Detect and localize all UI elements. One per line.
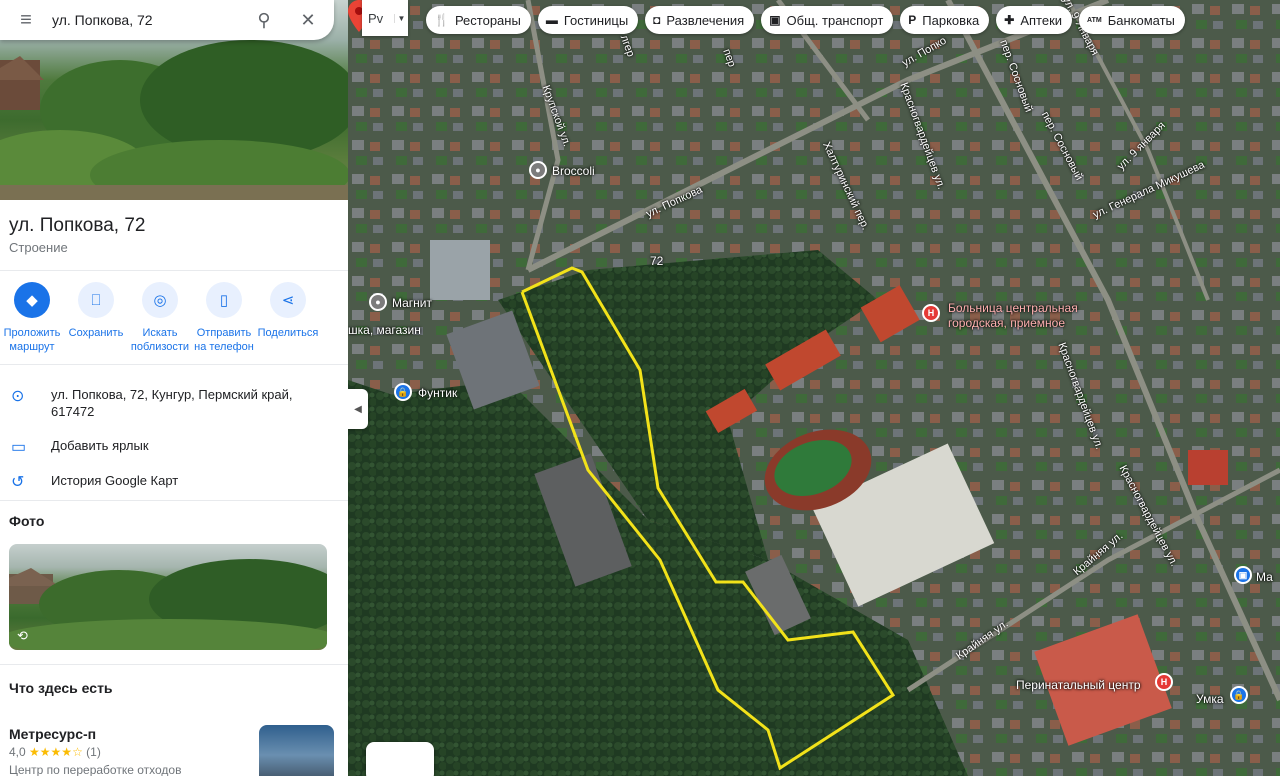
category-chips: 🍴 Рестораны ▬ Гостиницы ◘ Развлечения ▣ … [426,6,1185,34]
satellite-map[interactable]: ул. Попкова Крупской ул. Халтуринский пе… [348,0,1280,776]
poi-broccoli-label[interactable]: Broccoli [552,164,595,178]
poi-magnit-label[interactable]: Магнит [392,296,432,310]
poi-funtik-label[interactable]: Фунтик [418,386,457,400]
share-button[interactable]: ⋖ Поделиться [256,282,320,354]
history-text: История Google Карт [51,473,179,488]
poi-perinatal-label[interactable]: Перинатальный центр [1016,678,1141,692]
chip-parking[interactable]: P Парковка [900,6,990,34]
directions-button[interactable]: ◆ Проложить маршрут [0,282,64,354]
action-bar: ◆ Проложить маршрут ⎕ Сохранить ◎ Искать… [0,282,348,354]
photo-thumbnail[interactable]: ⟲ [9,544,327,650]
poi-umka-label[interactable]: Умка [1196,692,1224,706]
action-label: Отправить на телефон [194,327,254,353]
place-category: Строение [9,240,68,255]
photos-heading: Фото [9,513,45,529]
rating-count: (1) [86,745,101,759]
poi-perinatal-icon[interactable]: H [1155,673,1173,691]
divider [0,270,348,271]
business-thumbnail[interactable] [259,725,334,776]
location-pin-label: 72 [650,254,664,268]
poi-hospital-label-1[interactable]: Больница центральная [948,301,1078,315]
action-label: Поделиться [257,327,319,339]
poi-hospital-label-2[interactable]: городская, приемное [948,316,1065,330]
chip-transit[interactable]: ▣ Общ. транспорт [761,6,894,34]
business-type: Центр по переработке отходов [9,763,182,776]
divider [0,500,348,501]
divider [0,364,348,365]
send-to-phone-button[interactable]: ▯ Отправить на телефон [192,282,256,354]
divider [0,664,348,665]
chip-label: Аптеки [1020,12,1063,28]
search-box: ≡ ⚲ ✕ [0,0,334,40]
poi-shop-label[interactable]: Ма [1256,570,1273,584]
label-tag-icon: ▭ [11,439,27,456]
collapse-panel-button[interactable]: ◀ [348,389,368,429]
chip-label: Гостиницы [563,12,629,28]
poi-broccoli-icon[interactable]: ● [529,161,547,179]
search-input[interactable] [52,12,242,28]
add-label-text: Добавить ярлык [51,438,149,453]
chip-label: Парковка [922,12,980,28]
poi-magnit-icon[interactable]: ● [369,293,387,311]
layer-selector-button[interactable]: Рv ▼ [362,0,408,36]
map-imagery [348,0,1280,776]
chip-hotels[interactable]: ▬ Гостиницы [537,6,639,34]
send-to-phone-icon: ▯ [206,282,242,318]
address-row[interactable]: ⊙ ул. Попкова, 72, Кунгур, Пермский край… [0,386,348,420]
parking-icon: P [908,13,917,27]
rating-value: 4,0 [9,745,26,759]
poi-funtik-icon[interactable]: 🔒 [394,383,412,401]
history-row[interactable]: ↺ История Google Карт [0,472,348,492]
poi-magnit-sub: шка, магазин [348,323,421,337]
business-rating: 4,0 ★★★★☆ (1) [9,745,101,759]
history-icon: ↺ [11,474,25,491]
add-label-row[interactable]: ▭ Добавить ярлык [0,437,348,457]
360-view-icon: ⟲ [17,628,28,643]
search-icon[interactable]: ⚲ [242,10,286,31]
save-button[interactable]: ⎕ Сохранить [64,282,128,354]
chip-label: Рестораны [454,12,521,28]
nearby-icon: ◎ [142,282,178,318]
share-icon: ⋖ [270,282,306,318]
chip-restaurants[interactable]: 🍴 Рестораны [426,6,531,34]
place-title: ул. Попкова, 72 [9,215,146,236]
chip-label: Банкоматы [1107,12,1175,28]
close-icon[interactable]: ✕ [286,10,330,31]
hotel-icon: ▬ [545,13,558,27]
poi-hospital-icon[interactable]: H [922,304,940,322]
restaurant-icon: 🍴 [434,13,449,27]
chip-entertainment[interactable]: ◘ Развлечения [645,6,755,34]
poi-umka-icon[interactable]: 🔒 [1230,686,1248,704]
location-pin-outline-icon: ⊙ [11,388,25,405]
bus-icon: ▣ [769,13,781,27]
camera-icon: ◘ [653,13,661,27]
chip-pharmacies[interactable]: ✚ Аптеки [996,6,1073,34]
business-name[interactable]: Метресурс-п [9,726,96,742]
action-label: Проложить маршрут [3,327,61,353]
poi-shop-icon[interactable]: ▣ [1234,566,1252,584]
address-text: ул. Попкова, 72, Кунгур, Пермский край, … [51,387,293,419]
chip-label: Развлечения [666,12,745,28]
nearby-button[interactable]: ◎ Искать поблизости [128,282,192,354]
menu-icon[interactable]: ≡ [0,9,52,32]
pharmacy-icon: ✚ [1004,13,1015,27]
chevron-left-icon: ◀ [354,403,362,415]
chip-label: Общ. транспорт [786,12,884,28]
bookmark-icon: ⎕ [78,282,114,318]
rating-stars-icon: ★★★★☆ [29,745,83,759]
photo-thumbnail-image [9,559,327,650]
action-label: Сохранить [68,327,124,339]
action-label: Искать поблизости [130,327,190,353]
place-panel: ≡ ⚲ ✕ ул. Попкова, 72 Строение ◆ Проложи… [0,0,348,776]
directions-icon: ◆ [14,282,50,318]
layers-minimap-button[interactable] [366,742,434,776]
chip-atms[interactable]: ATM Банкоматы [1079,6,1185,34]
whats-here-heading: Что здесь есть [9,680,113,696]
chevron-down-icon[interactable]: ▼ [394,13,408,23]
layer-selector-label: Рv [368,10,384,26]
atm-icon: ATM [1087,16,1102,24]
